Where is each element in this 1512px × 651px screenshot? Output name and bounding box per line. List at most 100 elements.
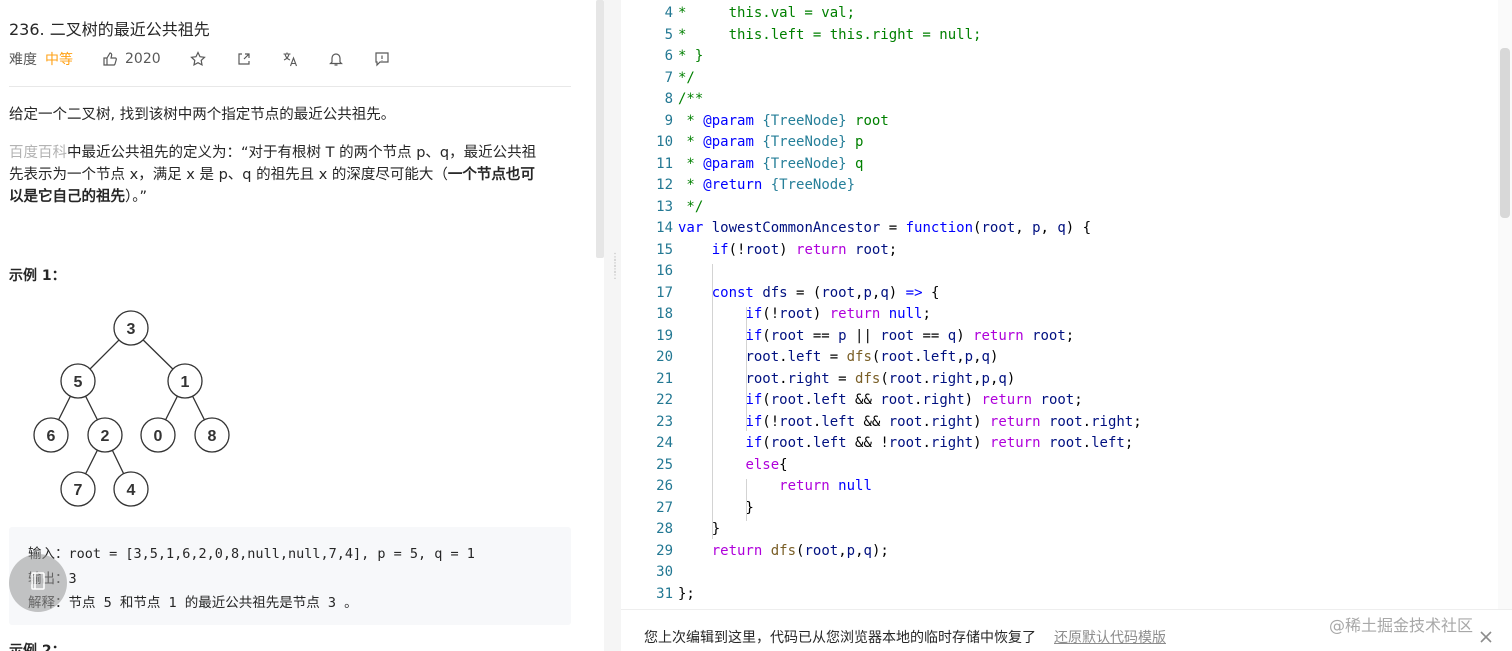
description-scrollbar[interactable] xyxy=(596,0,604,258)
code-token: . xyxy=(779,370,788,387)
code-token: * this.val = val; xyxy=(678,5,856,21)
code-token: p xyxy=(981,370,990,387)
code-token: return xyxy=(829,306,881,322)
restore-default-template-link[interactable]: 还原默认代码模版 xyxy=(1054,627,1166,647)
translate-button[interactable] xyxy=(281,50,299,68)
tree-node: 0 xyxy=(140,417,176,453)
code-line[interactable]: * this.val = val; xyxy=(678,5,855,21)
code-line[interactable]: * @param {TreeNode} p xyxy=(678,134,863,150)
code-token: right xyxy=(930,435,974,451)
line-number: 21 xyxy=(656,370,673,387)
code-token: {TreeNode} xyxy=(762,112,847,129)
code-token: ) xyxy=(989,349,999,365)
example-1-heading: 示例 1： xyxy=(9,268,66,284)
code-line[interactable]: * @param {TreeNode} q xyxy=(678,156,863,172)
tree-node-label: 2 xyxy=(101,428,110,445)
example-2-heading: 示例 2： xyxy=(9,643,66,651)
code-token: root xyxy=(770,435,805,451)
code-token: ; xyxy=(888,241,898,258)
code-token: ; xyxy=(1074,392,1083,408)
baike-link[interactable]: 百度百科 xyxy=(9,145,67,161)
notification-button[interactable] xyxy=(327,50,345,68)
line-number: 17 xyxy=(656,284,673,301)
code-token: root xyxy=(981,220,1016,236)
code-line[interactable]: * @return {TreeNode} xyxy=(678,177,855,193)
code-line[interactable]: var lowestCommonAncestor = function(root… xyxy=(678,220,1091,236)
code-line[interactable]: const dfs = (root,p,q) => { xyxy=(678,284,940,301)
line-number: 20 xyxy=(656,349,673,365)
code-line[interactable]: if(!root.left && root.right) return root… xyxy=(678,413,1141,430)
code-token: ) xyxy=(779,241,797,258)
code-token: right xyxy=(1091,413,1134,430)
code-line[interactable]: if(root.left && root.right) return root; xyxy=(678,392,1083,408)
code-line[interactable]: }; xyxy=(678,586,695,602)
line-number: 13 xyxy=(656,198,673,215)
code-line[interactable]: */ xyxy=(678,199,703,215)
share-button[interactable] xyxy=(235,50,253,68)
code-token: var xyxy=(678,220,704,236)
code-line[interactable]: * } xyxy=(678,48,703,64)
line-number: 14 xyxy=(656,220,673,236)
code-token: p xyxy=(964,349,974,365)
thumbs-up-icon xyxy=(101,50,119,68)
code-token: @param xyxy=(703,112,754,129)
close-icon[interactable] xyxy=(1477,628,1495,646)
code-token: * this.left = this.right = null; xyxy=(678,26,982,43)
like-button[interactable]: 2020 xyxy=(101,50,161,68)
tree-node: 1 xyxy=(167,363,203,399)
code-token: q xyxy=(998,370,1007,387)
tree-node: 6 xyxy=(33,417,69,453)
code-token: root xyxy=(779,413,813,430)
code-line[interactable]: if(!root) return root; xyxy=(678,242,897,258)
editor-scrollbar-thumb[interactable] xyxy=(1500,48,1510,218)
code-line[interactable]: * @param {TreeNode} root xyxy=(678,112,888,129)
tree-node-label: 0 xyxy=(154,428,163,445)
code-token: if xyxy=(745,327,763,344)
code-line[interactable]: return dfs(root,p,q); xyxy=(678,543,889,559)
feedback-button[interactable] xyxy=(373,50,391,68)
indent-guide xyxy=(712,264,713,539)
code-line[interactable]: else{ xyxy=(678,457,787,473)
code-token: q xyxy=(880,284,889,301)
panel-resize-handle[interactable]: ⋮ ⋮ ⋮ ⋮ xyxy=(604,0,621,651)
code-token: { xyxy=(922,284,940,301)
bell-icon xyxy=(327,50,345,68)
code-line[interactable]: * this.left = this.right = null; xyxy=(678,27,981,43)
favorite-button[interactable] xyxy=(189,50,207,68)
code-token: root xyxy=(1048,413,1083,430)
code-editor[interactable]: 4 5 6 7 8 9 10 11 12 13 14 15 16 17 18 19 20 21 22 23 24 25 26… xyxy=(621,0,1512,609)
code-line[interactable]: } xyxy=(678,521,720,537)
code-line[interactable]: /** xyxy=(678,91,703,107)
code-line[interactable]: root.left = dfs(root.left,p,q) xyxy=(678,349,998,365)
code-line[interactable]: if(!root) return null; xyxy=(678,306,930,322)
tree-node: 7 xyxy=(60,471,96,507)
floating-notes-button[interactable] xyxy=(9,554,67,612)
code-token: * xyxy=(678,134,704,150)
code-token: q xyxy=(1057,220,1066,236)
line-number: 10 xyxy=(656,134,673,150)
code-line[interactable]: if(root == p || root == q) return root; xyxy=(678,328,1074,344)
code-line[interactable]: if(root.left && !root.right) return root… xyxy=(678,435,1133,451)
code-token: return xyxy=(989,435,1041,451)
code-line[interactable]: */ xyxy=(678,70,695,86)
example-1-explanation: 解释：节点 5 和节点 1 的最近公共祖先是节点 3 。 xyxy=(28,595,358,611)
code-line[interactable]: root.right = dfs(root.right,p,q) xyxy=(678,371,1015,387)
code-token: ( xyxy=(762,392,771,408)
code-token: if xyxy=(745,413,763,430)
code-line[interactable]: } xyxy=(678,500,753,516)
code-token: return xyxy=(711,542,763,559)
code-token: ( xyxy=(880,370,889,387)
line-number: 22 xyxy=(656,392,673,408)
code-token: root xyxy=(1032,327,1066,344)
code-token: return xyxy=(796,241,847,258)
code-token: root xyxy=(770,392,805,408)
code-token: }; xyxy=(678,585,695,602)
code-line[interactable]: return null xyxy=(678,478,872,494)
code-token: . xyxy=(922,435,931,451)
code-token: p xyxy=(1032,220,1041,236)
line-number: 7 xyxy=(664,69,673,86)
code-token: if xyxy=(745,306,763,322)
